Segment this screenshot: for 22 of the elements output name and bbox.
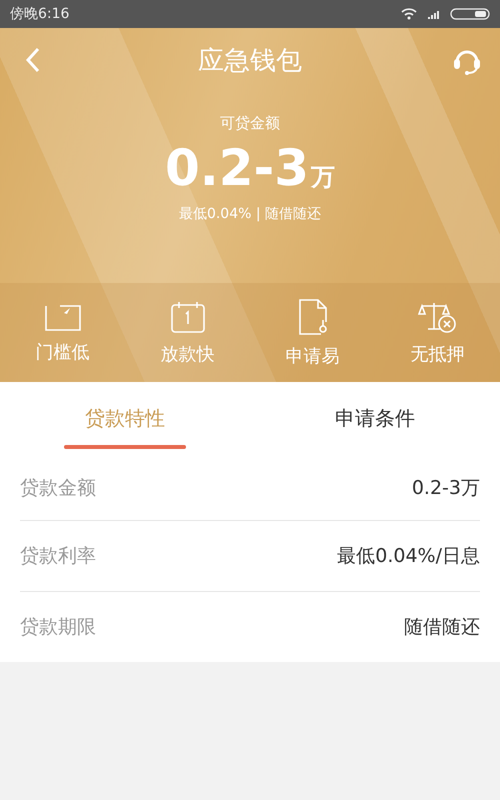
feature-label: 门槛低 [36, 340, 90, 364]
feature-label: 放款快 [160, 342, 214, 366]
status-time: 傍晚6:16 [10, 5, 70, 23]
row-label: 贷款期限 [20, 615, 96, 640]
tab[interactable]: 申请条件 [250, 382, 500, 455]
document-icon [296, 298, 328, 336]
feature-label: 申请易 [286, 344, 340, 368]
feature-label: 无抵押 [410, 342, 464, 366]
calendar-icon [170, 300, 206, 334]
amount-value: 0.2-3 [164, 139, 310, 197]
amount-unit: 万 [311, 162, 336, 193]
row-label: 贷款利率 [20, 544, 96, 569]
signal-icon [428, 9, 440, 19]
battery-icon [450, 8, 490, 20]
rate-note: 最低0.04% | 随借随还 [178, 205, 322, 223]
row-value: 随借随还 [404, 615, 480, 640]
row-value: 0.2-3万 [412, 476, 480, 500]
row-value: 最低0.04%/日息 [337, 544, 480, 569]
wifi-icon [400, 7, 418, 21]
page-title: 应急钱包 [198, 44, 302, 78]
amount-label: 可贷金额 [220, 114, 280, 133]
row-label: 贷款金额 [20, 476, 96, 500]
